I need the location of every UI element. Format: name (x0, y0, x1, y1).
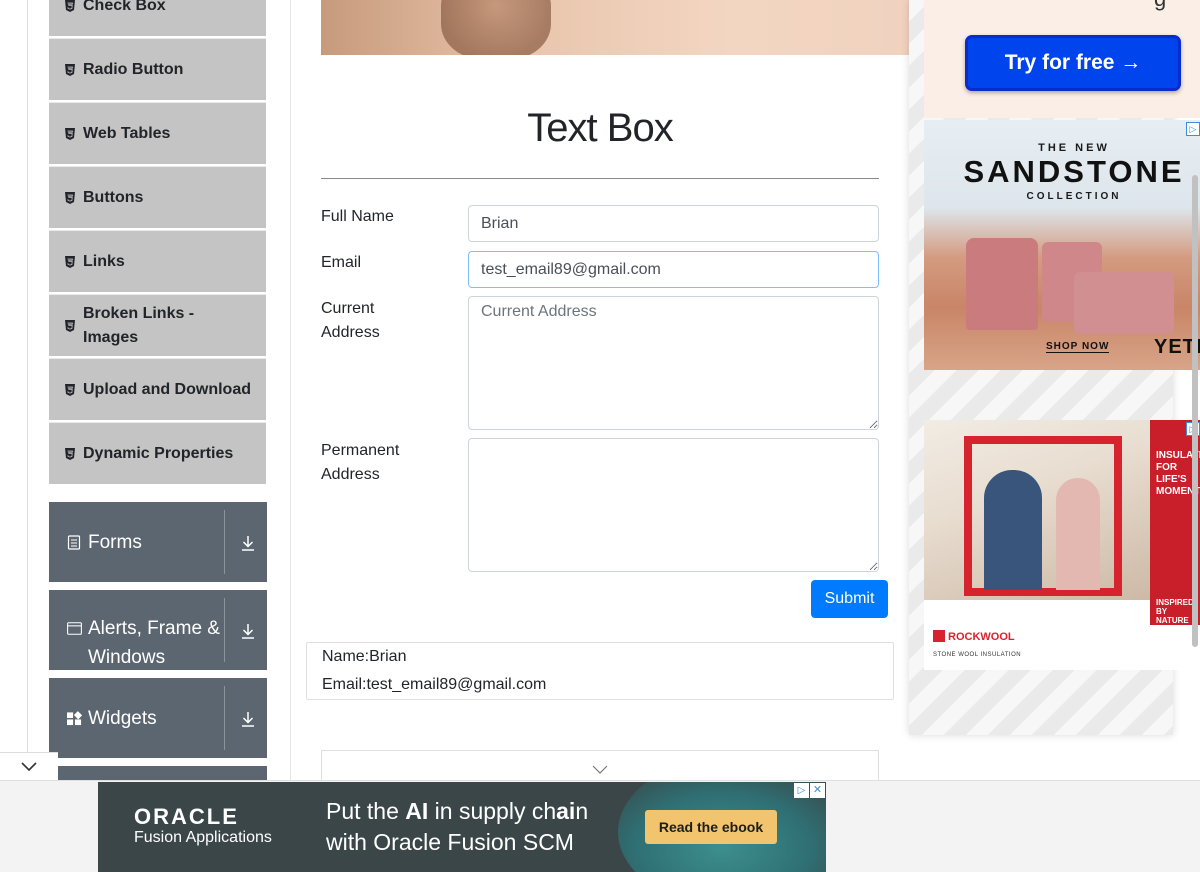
ad-product-image (966, 238, 1038, 330)
permanent-address-label: Permanent Address (321, 442, 400, 483)
sidebar-item-label: Check Box (83, 0, 166, 14)
sidebar-item-label: Upload and Download (83, 380, 251, 398)
sidebar-item-label: Web Tables (83, 124, 171, 142)
ad-yeti-line1: THE NEW (1038, 142, 1110, 154)
full-name-input[interactable] (468, 205, 879, 242)
title-divider (321, 178, 879, 179)
chevron-down-icon[interactable] (592, 765, 608, 775)
sidebar-group-label: Widgets (88, 707, 157, 729)
ad-product-image (1074, 272, 1174, 334)
sidebar-item-label: Buttons (83, 188, 144, 206)
sidebar-item-links[interactable]: Links (49, 230, 266, 292)
sidebar-group-label: Alerts, Frame & Windows (88, 618, 220, 668)
ad-person (1056, 478, 1100, 590)
sidebar-item-broken-links[interactable]: Broken Links - Images (49, 294, 266, 356)
html5-icon (65, 447, 75, 460)
html5-icon (65, 127, 75, 140)
sidebar-group-widgets[interactable]: Widgets (49, 678, 267, 758)
adchoices-icon[interactable]: ▷ (1186, 122, 1200, 136)
html5-icon (65, 255, 75, 268)
html5-icon (65, 0, 75, 12)
sidebar-item-label: Links (83, 252, 125, 270)
html5-icon (65, 63, 75, 76)
full-name-label: Full Name (321, 208, 394, 225)
output-name: Name:Brian (322, 648, 407, 665)
widgets-icon (67, 710, 82, 726)
window-icon (67, 621, 82, 636)
sidebar-group-forms[interactable]: Forms (49, 502, 267, 582)
email-label: Email (321, 254, 362, 271)
html5-icon (65, 319, 75, 332)
oracle-subtitle: Fusion Applications (134, 829, 272, 846)
download-icon[interactable] (239, 534, 257, 552)
sidebar-group-alerts[interactable]: Alerts, Frame & Windows (49, 590, 267, 670)
sidebar-item-buttons[interactable]: Buttons (49, 166, 266, 228)
email-input[interactable] (468, 251, 879, 288)
oracle-headline-2: with Oracle Fusion SCM (326, 829, 574, 855)
ad-headline-fragment: g (1154, 0, 1166, 12)
sidebar-item-check-box[interactable]: Check Box (49, 0, 266, 36)
ad-yeti[interactable]: THE NEW SANDSTONE COLLECTION SHOP NOW YE… (924, 120, 1200, 370)
permanent-address-textarea[interactable] (468, 438, 879, 572)
sidebar-item-label: Broken Links - Images (83, 304, 195, 346)
sidebar-item-upload-download[interactable]: Upload and Download (49, 358, 266, 420)
download-icon[interactable] (239, 710, 257, 728)
close-icon[interactable]: ✕ (810, 783, 825, 798)
output-panel: Name:Brian Email:test_email89@gmail.com (306, 642, 894, 700)
divider (224, 686, 225, 750)
divider (224, 510, 225, 574)
current-address-label: Current Address (321, 300, 380, 341)
download-icon[interactable] (239, 622, 257, 640)
html5-icon (65, 383, 75, 396)
rockwool-logo-text: ROCKWOOL (948, 631, 1015, 643)
oracle-headline-1: Put the AI in supply chain (326, 798, 589, 824)
divider (224, 598, 225, 662)
try-for-free-button[interactable]: Try for free → (965, 35, 1181, 91)
sidebar-item-label: Radio Button (83, 60, 184, 78)
collapse-toggle[interactable] (0, 752, 58, 780)
sidebar-item-radio-button[interactable]: Radio Button (49, 38, 266, 100)
ad-try-free[interactable]: g Try for free → (924, 0, 1200, 118)
sidebar-right-border (290, 0, 291, 780)
sidebar-item-web-tables[interactable]: Web Tables (49, 102, 266, 164)
scrollbar-thumb[interactable] (1192, 175, 1198, 647)
oracle-logo: ORACLE (134, 804, 239, 829)
chevron-down-icon (21, 761, 37, 771)
submit-button[interactable]: Submit (811, 580, 888, 618)
rockwool-logo: ROCKWOOL (933, 630, 1015, 643)
sidebar-item-dynamic-properties[interactable]: Dynamic Properties (49, 422, 266, 484)
sidebar-left-border (27, 0, 28, 760)
rockwool-subtitle: STONE WOOL INSULATION (933, 652, 1022, 658)
banner-image (321, 0, 909, 55)
ad-person (984, 470, 1042, 590)
sidebar-group-label: Forms (88, 531, 142, 553)
output-email: Email:test_email89@gmail.com (322, 676, 547, 693)
ad-rockwool[interactable]: INSULATION FOR LIFE'S MOMENTS INSPIRED B… (924, 420, 1200, 670)
html5-icon (65, 191, 75, 204)
adchoices-icon[interactable]: ▷ (794, 783, 809, 798)
ad-yeti-line3: COLLECTION (1026, 191, 1122, 202)
ad-oracle[interactable]: ORACLE Fusion Applications Put the AI in… (98, 782, 826, 872)
page-title: Text Box (527, 106, 673, 150)
read-ebook-button[interactable]: Read the ebook (645, 810, 777, 844)
form-icon (67, 534, 82, 550)
current-address-textarea[interactable] (468, 296, 879, 430)
ad-yeti-line2: SANDSTONE (963, 154, 1185, 189)
sidebar-item-label: Dynamic Properties (83, 444, 234, 462)
shop-now-link[interactable]: SHOP NOW (1046, 341, 1110, 353)
